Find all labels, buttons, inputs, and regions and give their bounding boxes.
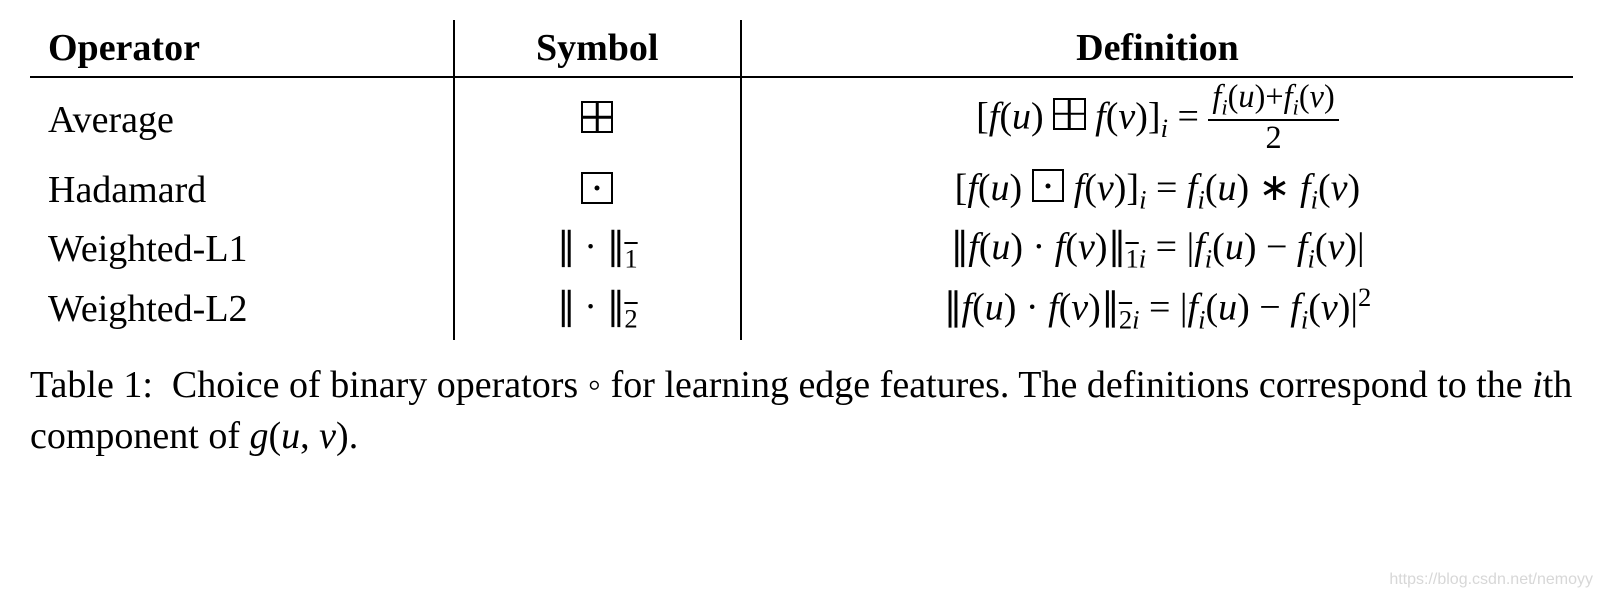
cell-definition: [f(u) f(v)]i = fi(u) ∗ fi(v) (741, 161, 1573, 220)
cell-definition: [f(u) f(v)]i = fi(u)+fi(v)2 (741, 77, 1573, 161)
cell-operator: Average (30, 77, 454, 161)
table-row: Average [f(u) f(v)]i = fi(u)+fi(v)2 (30, 77, 1573, 161)
cell-operator: Weighted-L1 (30, 220, 454, 279)
cell-operator: Hadamard (30, 161, 454, 220)
table-row: Weighted-L1 ∥ · ∥1 ∥f(u) · f(v)∥1i = |fi… (30, 220, 1573, 279)
cell-symbol: ∥ · ∥1 (454, 220, 741, 279)
cell-operator: Weighted-L2 (30, 278, 454, 339)
cell-symbol (454, 161, 741, 220)
cell-symbol (454, 77, 741, 161)
table-row: Hadamard [f(u) f(v)]i = fi(u) ∗ fi(v) (30, 161, 1573, 220)
header-symbol: Symbol (454, 20, 741, 77)
header-operator: Operator (30, 20, 454, 77)
cell-definition: ∥f(u) · f(v)∥1i = |fi(u) − fi(v)| (741, 220, 1573, 279)
table-caption: Table 1: Choice of binary operators ◦ fo… (30, 360, 1573, 463)
cell-symbol: ∥ · ∥2 (454, 278, 741, 339)
watermark: https://blog.csdn.net/nemoyy (1389, 571, 1593, 589)
header-definition: Definition (741, 20, 1573, 77)
operators-table: Operator Symbol Definition Average [f(u)… (30, 20, 1573, 340)
cell-definition: ∥f(u) · f(v)∥2i = |fi(u) − fi(v)|2 (741, 278, 1573, 339)
table-row: Weighted-L2 ∥ · ∥2 ∥f(u) · f(v)∥2i = |fi… (30, 278, 1573, 339)
